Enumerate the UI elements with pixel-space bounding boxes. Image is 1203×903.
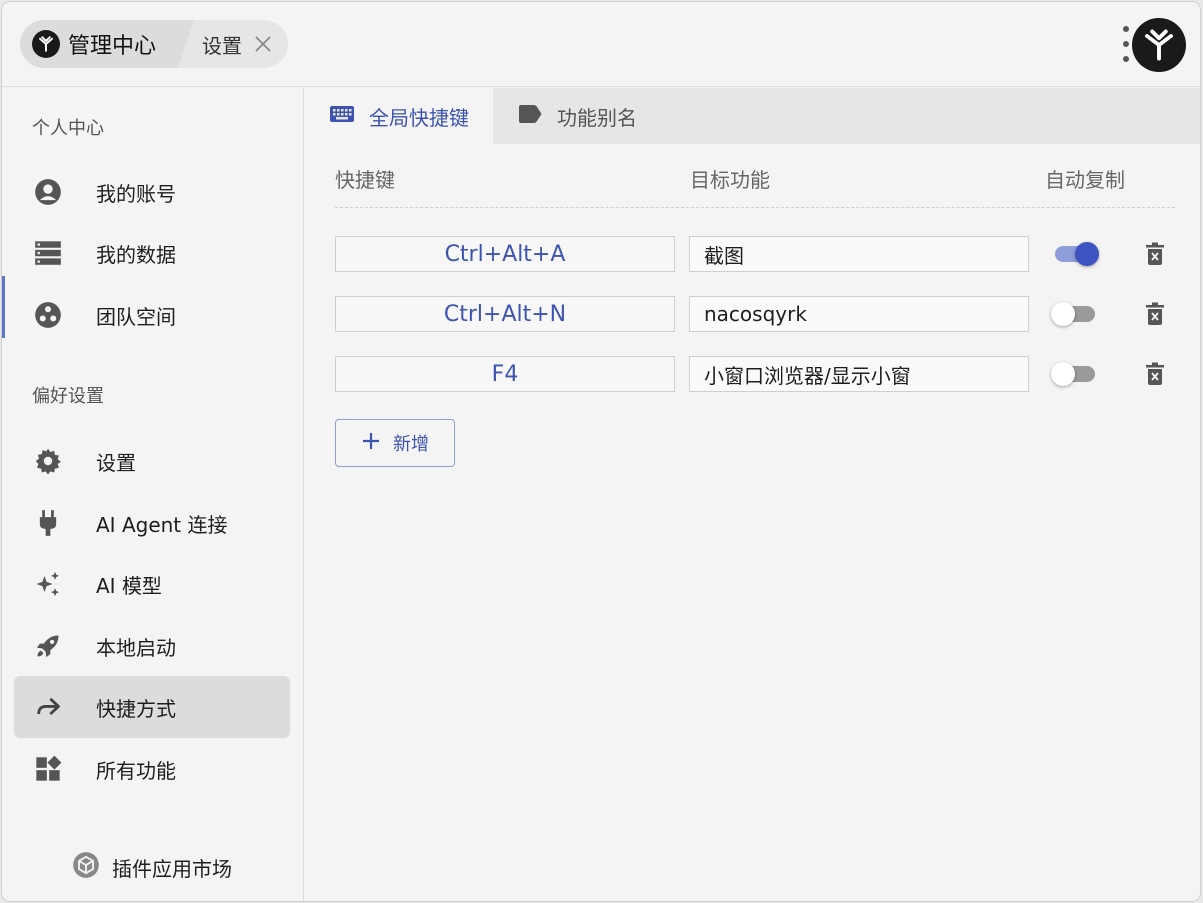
team-icon [34, 301, 62, 329]
delete-icon[interactable] [1143, 300, 1167, 328]
target-function-input[interactable]: nacosqyrk [689, 296, 1029, 332]
breadcrumb-tabs: 管理中心 设置 [20, 20, 289, 68]
tab-label: 全局快捷键 [369, 105, 469, 130]
shortcut-row: F4 小窗口浏览器/显示小窗 [335, 356, 1175, 394]
sidebar-item-label: 我的数据 [96, 242, 176, 267]
account-circle-icon [34, 178, 62, 206]
shortcut-row: Ctrl+Alt+A 截图 [335, 236, 1175, 274]
sidebar-item-label: AI 模型 [96, 573, 162, 598]
keyboard-icon [329, 104, 355, 129]
gear-icon [34, 447, 62, 475]
plus-icon [361, 431, 381, 456]
app-brand-logo[interactable] [1132, 18, 1186, 72]
sidebar-item-data[interactable]: 我的数据 [14, 222, 290, 284]
database-icon [34, 239, 62, 267]
content-tabs: 全局快捷键 功能别名 [305, 88, 1200, 144]
plug-icon [34, 509, 62, 537]
sidebar: 个人中心 我的账号 我的数据 团队空间 偏好设置 设置 AI Agent 连接 … [2, 88, 304, 901]
sidebar-item-ai-agent[interactable]: AI Agent 连接 [14, 492, 290, 554]
shortcut-row: Ctrl+Alt+N nacosqyrk [335, 296, 1175, 334]
sidebar-item-all-features[interactable]: 所有功能 [14, 738, 290, 800]
label-tag-icon [517, 104, 543, 129]
sidebar-item-label: 团队空间 [96, 304, 176, 329]
app-tab-label: 管理中心 [68, 34, 157, 59]
dot-icon [1123, 41, 1129, 47]
column-header-auto-copy: 自动复制 [1045, 168, 1125, 192]
section-preferences-heading: 偏好设置 [32, 386, 104, 407]
shortcut-key-field[interactable]: Ctrl+Alt+N [335, 296, 675, 332]
sidebar-item-local-launch[interactable]: 本地启动 [14, 615, 290, 677]
shortcut-key-field[interactable]: Ctrl+Alt+A [335, 236, 675, 272]
sparkle-icon [34, 570, 62, 598]
header-divider [335, 207, 1175, 208]
settings-tab[interactable]: 设置 [178, 20, 289, 68]
target-function-input[interactable]: 小窗口浏览器/显示小窗 [689, 356, 1029, 392]
column-header-shortcut: 快捷键 [335, 168, 395, 192]
dot-icon [1123, 26, 1129, 32]
share-arrow-icon [34, 693, 62, 721]
section-personal-heading: 个人中心 [32, 118, 104, 139]
plugin-market-link[interactable]: 插件应用市场 [72, 851, 232, 884]
app-logo-icon [32, 30, 60, 58]
main-panel: 全局快捷键 功能别名 快捷键 目标功能 自动复制 Ctrl+Alt+A 截图 C… [305, 88, 1200, 901]
auto-copy-toggle[interactable] [1051, 302, 1099, 326]
more-menu-button[interactable] [1120, 26, 1132, 62]
sidebar-item-shortcuts[interactable]: 快捷方式 [14, 676, 290, 738]
sidebar-item-label: 快捷方式 [96, 696, 176, 721]
sidebar-item-label: 设置 [96, 450, 136, 475]
add-button-label: 新增 [393, 434, 429, 455]
delete-icon[interactable] [1143, 360, 1167, 388]
sidebar-item-settings[interactable]: 设置 [14, 430, 290, 492]
auto-copy-toggle[interactable] [1051, 242, 1099, 266]
sidebar-item-label: AI Agent 连接 [96, 512, 228, 537]
delete-icon[interactable] [1143, 240, 1167, 268]
widgets-icon [34, 755, 62, 783]
sidebar-item-label: 我的账号 [96, 181, 176, 206]
dot-icon [1123, 56, 1129, 62]
sidebar-item-ai-model[interactable]: AI 模型 [14, 553, 290, 615]
toggle-knob [1075, 242, 1099, 266]
close-icon[interactable] [252, 33, 274, 55]
auto-copy-toggle[interactable] [1051, 362, 1099, 386]
tab-label: 功能别名 [557, 105, 637, 130]
tab-function-alias[interactable]: 功能别名 [493, 88, 661, 144]
plugin-market-label: 插件应用市场 [112, 857, 232, 881]
settings-tab-label: 设置 [202, 33, 243, 58]
toggle-knob [1051, 302, 1075, 326]
tab-global-shortcuts[interactable]: 全局快捷键 [305, 88, 493, 144]
sidebar-item-label: 所有功能 [96, 758, 176, 783]
column-header-target: 目标功能 [690, 168, 770, 192]
target-function-input[interactable]: 截图 [689, 236, 1029, 272]
toggle-knob [1051, 362, 1075, 386]
shortcut-key-field[interactable]: F4 [335, 356, 675, 392]
sidebar-item-account[interactable]: 我的账号 [14, 161, 290, 223]
cube-icon [72, 851, 100, 884]
sidebar-item-label: 本地启动 [96, 635, 176, 660]
app-tab[interactable]: 管理中心 [20, 20, 177, 68]
add-shortcut-button[interactable]: 新增 [335, 419, 455, 467]
title-bar: 管理中心 设置 [2, 2, 1200, 87]
app-window: 管理中心 设置 个人中心 我的账号 我的数据 团队空间 偏好设置 设置 AI A… [2, 2, 1200, 901]
sidebar-item-team[interactable]: 团队空间 [14, 284, 290, 346]
sidebar-edge-accent [2, 276, 5, 338]
rocket-icon [34, 632, 62, 660]
